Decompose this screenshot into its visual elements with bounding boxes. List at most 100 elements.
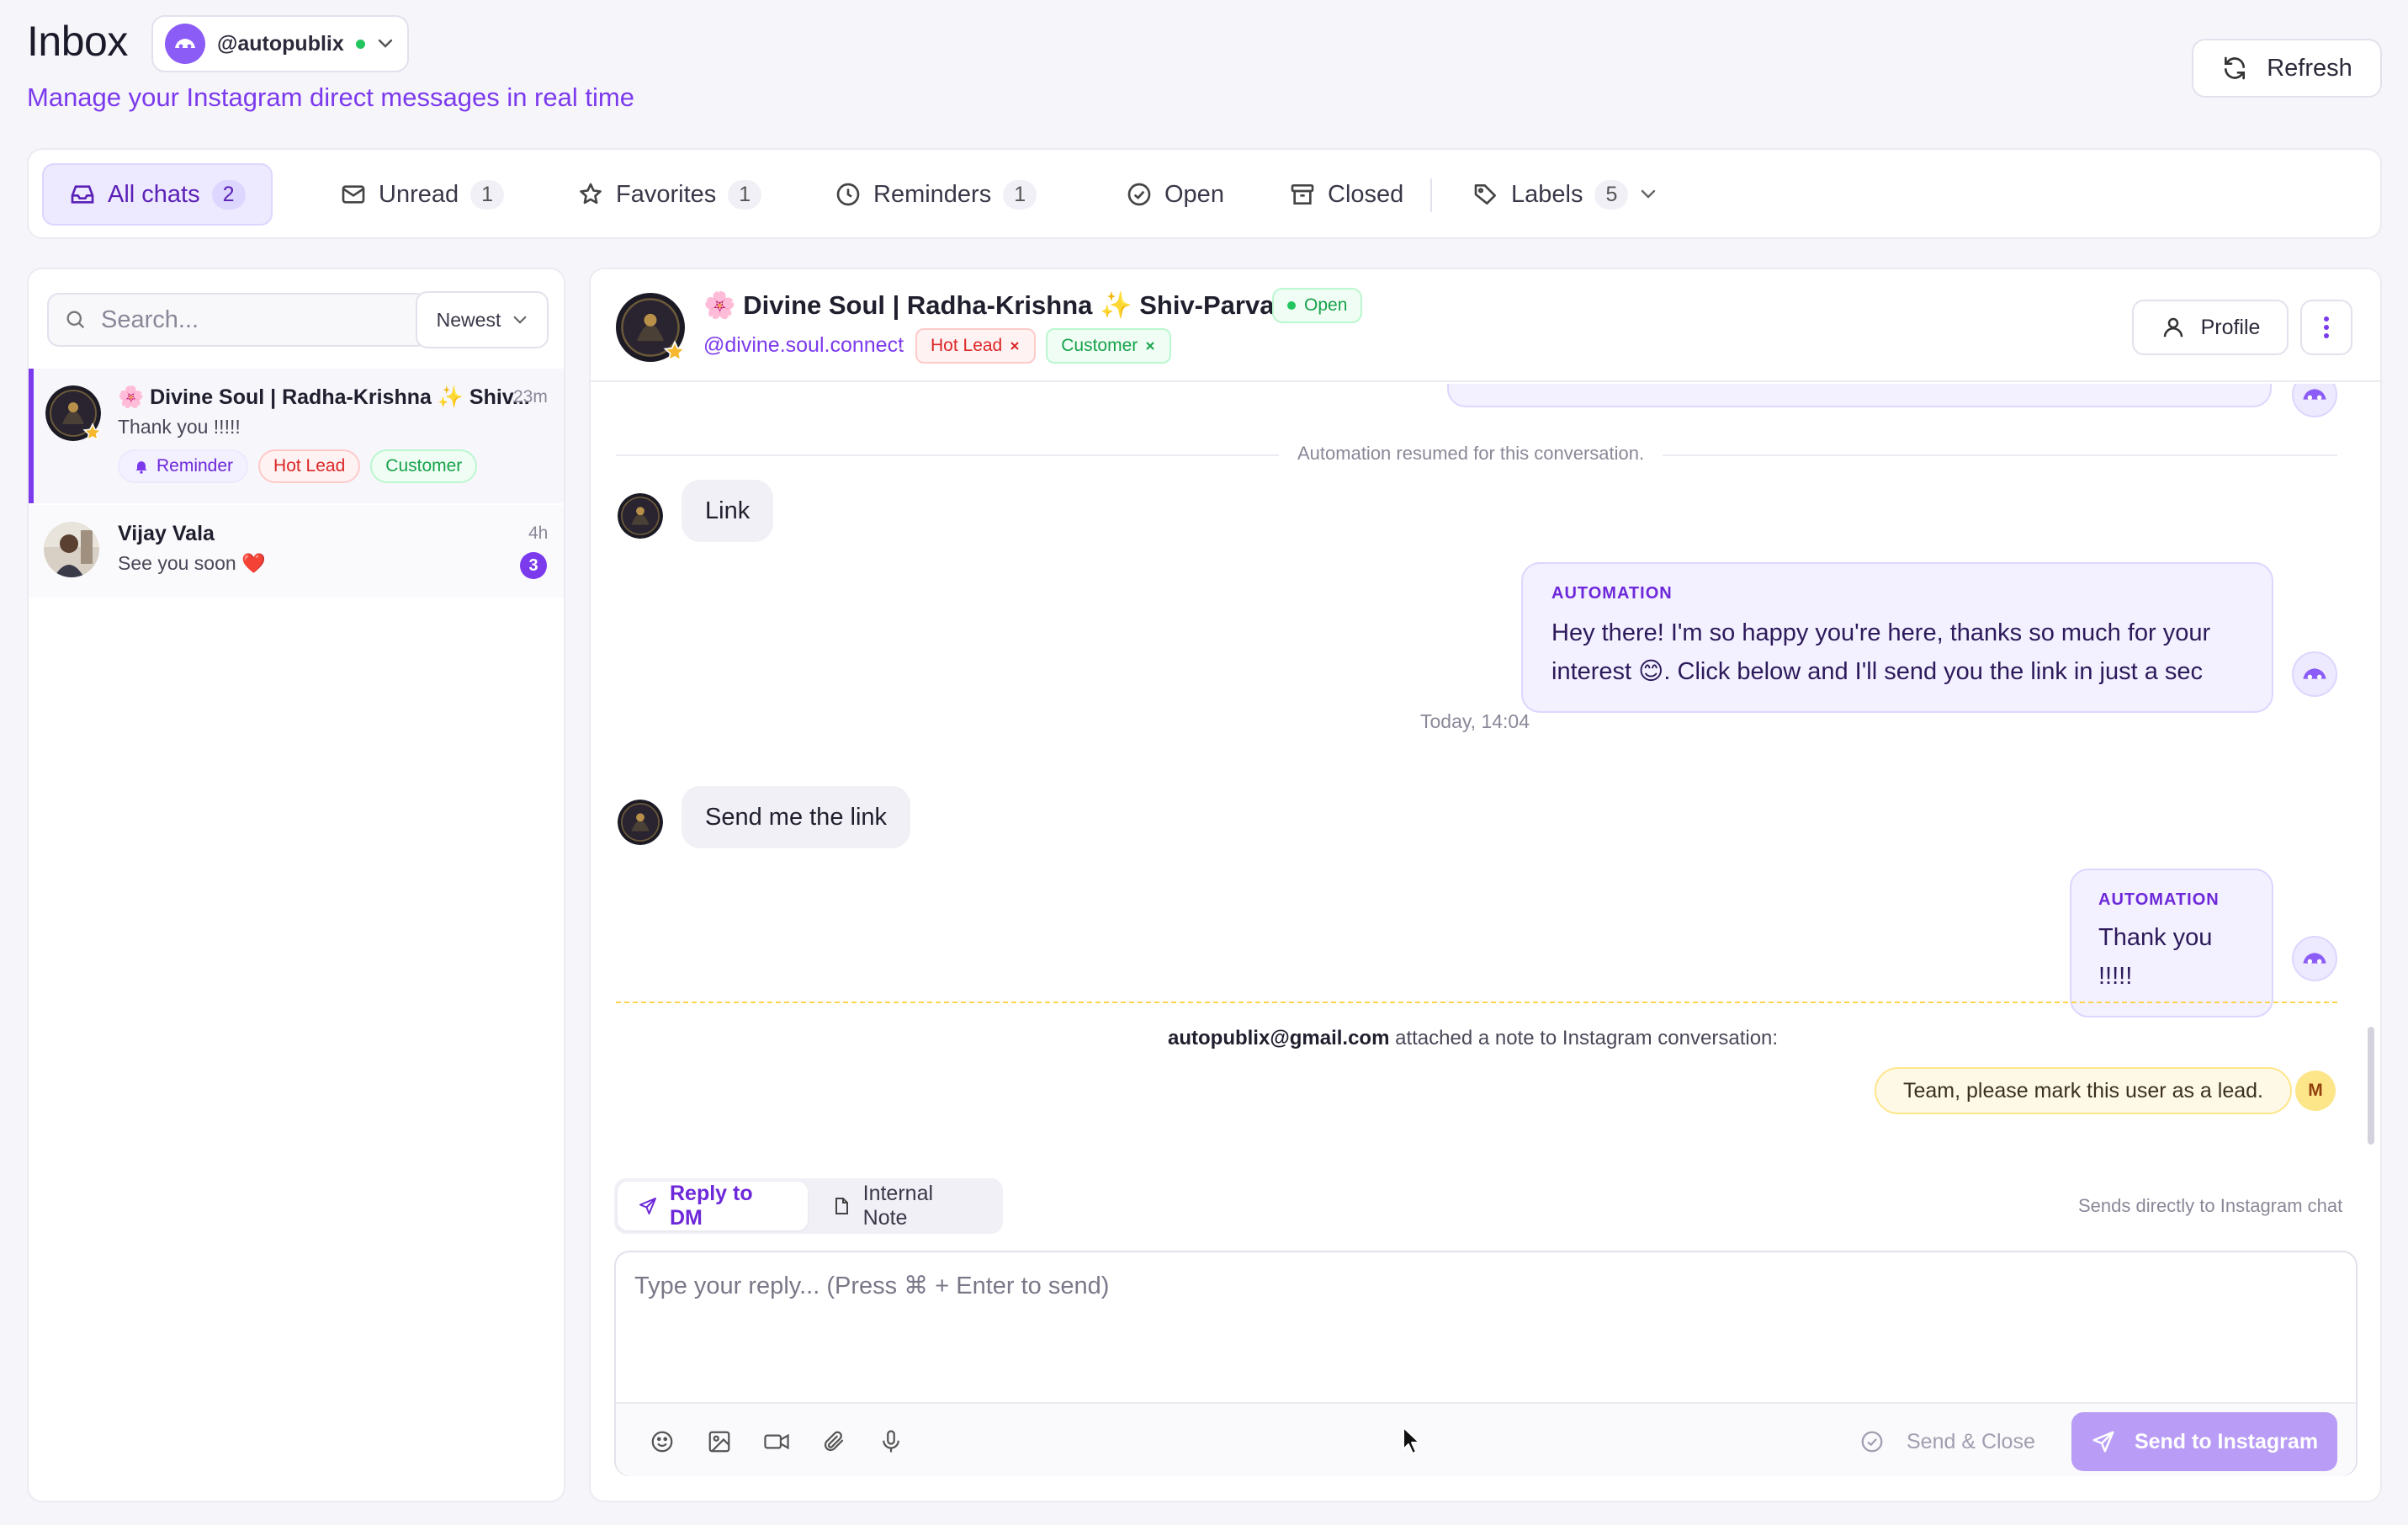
incoming-message: Link xyxy=(682,480,774,542)
chat-preview: See you soon ❤️ xyxy=(118,552,266,574)
status-label: Open xyxy=(1304,295,1348,315)
automation-avatar xyxy=(2292,384,2337,417)
tab-reply-to-dm[interactable]: Reply to DM xyxy=(618,1182,808,1230)
customer-tag: Customer xyxy=(370,449,478,483)
more-options-button[interactable] xyxy=(2300,300,2352,355)
tab-label: Favorites xyxy=(616,180,717,208)
conversation-name: 🌸 Divine Soul | Radha-Krishna ✨ Shiv-Par… xyxy=(703,290,1330,320)
tab-label: Closed xyxy=(1328,180,1404,208)
user-icon xyxy=(2161,315,2186,340)
tab-count: 1 xyxy=(728,179,762,210)
chat-time: 4h xyxy=(528,523,549,543)
file-icon xyxy=(831,1196,851,1216)
automation-avatar xyxy=(2292,936,2337,981)
tab-favorites[interactable]: Favorites 1 xyxy=(552,163,787,226)
chat-time: 23m xyxy=(513,387,548,406)
check-circle-icon xyxy=(1126,181,1153,208)
automation-label: AUTOMATION xyxy=(2098,890,2220,909)
scrollbar-thumb[interactable] xyxy=(2368,1027,2374,1145)
reminder-tag: Reminder xyxy=(118,449,249,483)
tab-all-chats[interactable]: All chats 2 xyxy=(42,163,273,226)
star-icon xyxy=(577,181,604,208)
tab-reminders[interactable]: Reminders 1 xyxy=(809,163,1062,226)
chat-name: Vijay Vala xyxy=(118,522,215,545)
chat-list-item[interactable]: 🌸 Divine Soul | Radha-Krishna ✨ Shiv... … xyxy=(29,369,564,503)
status-badge[interactable]: Open xyxy=(1272,288,1363,323)
note-author-avatar: M xyxy=(2295,1071,2336,1111)
check-circle-icon xyxy=(1859,1429,1885,1454)
tab-closed[interactable]: Closed xyxy=(1264,163,1429,226)
day-separator: Today, 14:04 xyxy=(1420,710,1530,732)
conversation-header: 🌸 Divine Soul | Radha-Krishna ✨ Shiv-Par… xyxy=(591,269,2380,382)
favorite-star-icon xyxy=(82,422,103,443)
note-author: autopublix@gmail.com xyxy=(1168,1027,1390,1049)
chat-preview: Thank you !!!!! xyxy=(118,416,241,438)
tag-icon xyxy=(1472,181,1499,208)
refresh-button[interactable]: Refresh xyxy=(2192,39,2382,98)
send-and-close-button[interactable]: Send & Close xyxy=(1859,1419,2035,1464)
microphone-icon[interactable] xyxy=(877,1427,905,1456)
status-dot xyxy=(1287,301,1296,310)
close-icon[interactable] xyxy=(1144,340,1156,352)
image-icon[interactable] xyxy=(705,1427,734,1456)
chat-list-panel: Search... Newest 🌸 Divine Soul | Radha-K… xyxy=(27,268,565,1502)
tab-label: Unread xyxy=(379,180,459,208)
reply-box: Send & Close Send to Instagram xyxy=(614,1251,2358,1476)
previous-message-bubble xyxy=(1447,384,2272,407)
tab-label: All chats xyxy=(108,180,200,208)
unread-count-badge: 3 xyxy=(520,552,547,579)
refresh-icon xyxy=(2221,55,2248,82)
favorite-star-icon xyxy=(663,340,687,364)
avatar xyxy=(618,800,663,845)
account-handle: @autopublix xyxy=(217,31,344,56)
avatar xyxy=(618,493,663,539)
account-switcher[interactable]: @autopublix xyxy=(151,15,409,72)
reply-input[interactable] xyxy=(634,1271,2334,1380)
customer-tag: Customer xyxy=(1046,328,1172,364)
search-field[interactable]: Search... xyxy=(47,293,427,347)
profile-button[interactable]: Profile xyxy=(2132,300,2289,355)
hot-lead-label: Hot Lead xyxy=(931,336,1003,355)
automation-avatar xyxy=(2292,651,2337,697)
tab-label: Reminders xyxy=(873,180,992,208)
send-label: Send to Instagram xyxy=(2134,1429,2319,1453)
composer-mode-tabs: Reply to DM Internal Note xyxy=(614,1178,1003,1234)
hot-lead-tag: Hot Lead xyxy=(258,449,361,483)
search-placeholder: Search... xyxy=(101,306,199,333)
hot-lead-tag: Hot Lead xyxy=(915,328,1037,364)
chevron-down-icon xyxy=(377,39,394,49)
tab-count: 5 xyxy=(1594,179,1629,210)
filter-divider xyxy=(1430,178,1432,212)
account-avatar xyxy=(165,24,205,64)
tab-label: Reply to DM xyxy=(670,1182,753,1230)
composer-toolbar: Send & Close Send to Instagram xyxy=(616,1402,2356,1476)
note-divider xyxy=(616,1002,2337,1003)
bell-icon xyxy=(133,458,150,475)
chat-name: 🌸 Divine Soul | Radha-Krishna ✨ Shiv... xyxy=(118,385,530,409)
sort-dropdown[interactable]: Newest xyxy=(416,291,549,348)
tab-internal-note[interactable]: Internal Note xyxy=(811,1182,1000,1230)
video-icon[interactable] xyxy=(762,1427,791,1456)
automation-label: AUTOMATION xyxy=(1551,584,1673,603)
reminder-tag-label: Reminder xyxy=(156,456,234,476)
mail-icon xyxy=(340,181,367,208)
emoji-icon[interactable] xyxy=(648,1427,676,1456)
mouse-cursor-icon xyxy=(1402,1426,1424,1456)
page-subtitle: Manage your Instagram direct messages in… xyxy=(27,82,634,112)
automation-text: Thank you !!!!! xyxy=(2098,924,2213,990)
tab-open[interactable]: Open xyxy=(1101,163,1249,226)
close-icon[interactable] xyxy=(1009,340,1021,352)
paperclip-icon[interactable] xyxy=(819,1427,848,1456)
online-status-dot xyxy=(355,39,365,49)
chat-list-item[interactable]: Vijay Vala 4h See you soon ❤️ 3 xyxy=(29,505,564,598)
tab-count: 1 xyxy=(1003,179,1037,210)
automation-text: Hey there! I'm so happy you're here, tha… xyxy=(1551,619,2211,685)
send-to-instagram-button[interactable]: Send to Instagram xyxy=(2071,1412,2337,1471)
tab-unread[interactable]: Unread 1 xyxy=(315,163,529,226)
tab-label: Open xyxy=(1164,180,1224,208)
composer-hint: Sends directly to Instagram chat xyxy=(2078,1195,2343,1216)
automation-message: AUTOMATION Thank you !!!!! xyxy=(2070,869,2273,1018)
conversation-handle[interactable]: @divine.soul.connect xyxy=(703,333,904,358)
tab-labels[interactable]: Labels 5 xyxy=(1447,163,1682,226)
tab-count: 2 xyxy=(211,179,246,210)
